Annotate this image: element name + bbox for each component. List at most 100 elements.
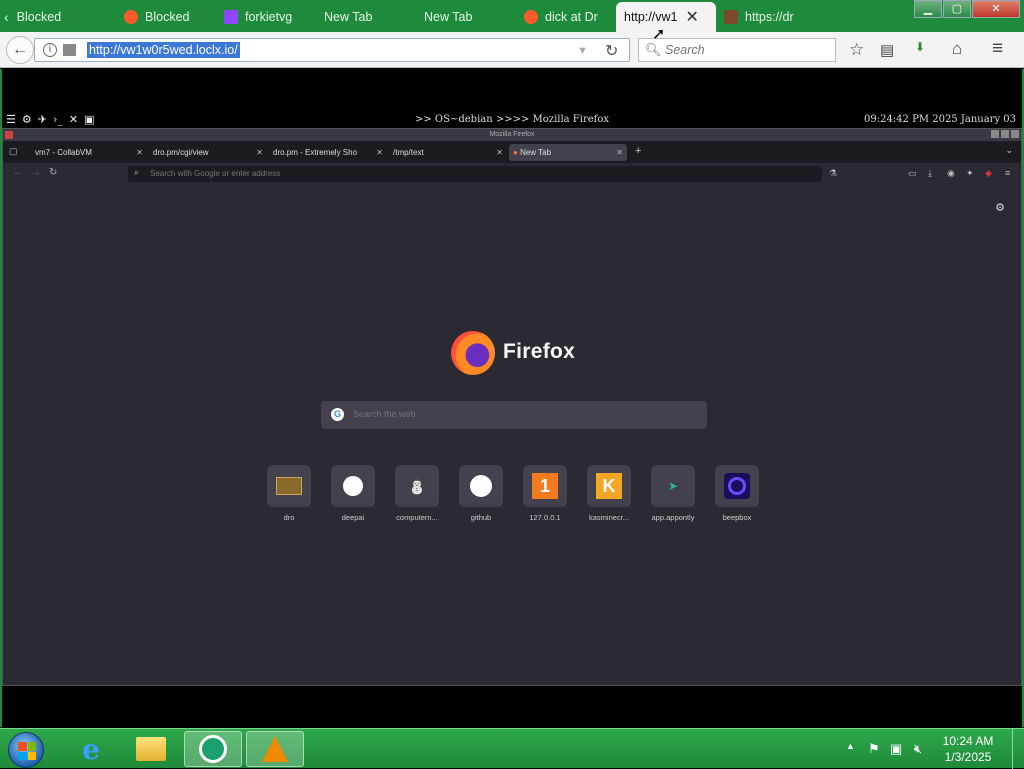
shortcut-tile[interactable]: github <box>459 465 503 522</box>
ublock-icon[interactable]: ◆ <box>985 168 992 179</box>
close-tab-icon[interactable]: ✕ <box>616 144 623 161</box>
window-menu-icon[interactable] <box>5 131 13 139</box>
pocket-icon[interactable]: ▭ <box>908 168 917 179</box>
tab-label: forkietvg <box>245 10 293 24</box>
remote-app-icon[interactable] <box>184 731 242 767</box>
outer-tab-blocked-2[interactable]: Blocked <box>124 4 220 30</box>
inner-tab-collabvm[interactable]: vm7 - CollabVM ✕ <box>31 144 147 161</box>
list-tabs-icon[interactable]: ⌄ <box>1005 145 1013 156</box>
clock[interactable]: 10:24 AM 1/3/2025 <box>938 733 998 765</box>
inner-url-bar[interactable]: ⌕ <box>128 166 822 182</box>
download-icon[interactable]: ⤓ <box>928 168 932 179</box>
forward-icon[interactable]: → <box>31 167 41 178</box>
download-icon[interactable]: ⬇ <box>915 40 925 54</box>
outer-tab-twitch[interactable]: forkietvg <box>224 4 314 30</box>
menu-icon[interactable]: ≡ <box>992 38 1003 60</box>
extension-icon[interactable]: ⚗ <box>829 168 837 179</box>
search-icon: 🔍︎ <box>645 42 662 57</box>
outer-tab-active[interactable]: http://vw1 ✕ <box>616 2 716 32</box>
outer-tab-newtab-2[interactable]: New Tab <box>424 4 514 30</box>
show-hidden-icons[interactable]: ▲ <box>846 741 855 751</box>
inner-url-input[interactable] <box>148 168 548 179</box>
vlc-icon[interactable] <box>246 731 304 767</box>
start-button[interactable] <box>8 732 44 768</box>
windows-logo-icon <box>18 742 36 760</box>
shortcut-label: dro <box>283 513 295 522</box>
outer-tab-dro[interactable]: https://dr <box>724 4 804 30</box>
inner-close[interactable] <box>1011 130 1019 138</box>
close-tab-icon[interactable]: ✕ <box>256 144 263 161</box>
shortcut-tile[interactable]: 1 127.0.0.1 <box>523 465 567 522</box>
close-tab-icon[interactable]: ✕ <box>686 7 699 27</box>
network-icon[interactable]: ▣ <box>890 741 902 757</box>
outer-tab-dick-at-dr[interactable]: dick at Dr <box>524 4 608 30</box>
gear-icon[interactable]: ⚙ <box>995 201 1005 214</box>
window-controls: ▁ ▢ ✕ <box>913 0 1020 18</box>
inner-window-title: Mozilla Firefox <box>489 131 535 138</box>
tab-label: dro.pm - Extremely Sho <box>273 148 358 157</box>
inner-maximize[interactable] <box>1001 130 1009 138</box>
mouse-cursor-icon: ➚ <box>652 26 666 43</box>
inner-tab-dro-pm[interactable]: dro.pm - Extremely Sho ✕ <box>269 144 387 161</box>
twitch-icon <box>224 10 238 24</box>
shortcut-tile[interactable]: dro <box>267 465 311 522</box>
reading-list-icon[interactable]: ▤ <box>880 41 894 59</box>
tab-overview-icon[interactable]: ▢ <box>9 146 18 157</box>
tab-label: dro.pm/cgi/view <box>153 148 209 157</box>
outer-tab-newtab-1[interactable]: New Tab <box>324 4 414 30</box>
web-search-box[interactable]: G <box>321 401 707 429</box>
shortcut-tile[interactable]: K kasminecr... <box>587 465 631 522</box>
close-tab-icon[interactable]: ✕ <box>496 144 503 161</box>
close-tab-icon[interactable]: ✕ <box>136 144 143 161</box>
home-icon[interactable]: ⌂ <box>952 39 962 59</box>
outer-search-input[interactable] <box>663 42 823 58</box>
inner-tab-tmp-text[interactable]: /tmp/text ✕ <box>389 144 507 161</box>
outer-navigation-bar: ← i http://vw1w0r5wed.loclx.io/ ▼ ↻ 🔍︎ <box>0 32 1024 68</box>
file-explorer-icon[interactable] <box>122 731 180 767</box>
new-tab-button[interactable]: + <box>635 145 641 157</box>
bookmark-star-icon[interactable]: ☆ <box>849 40 864 60</box>
clock-time: 10:24 AM <box>942 734 994 748</box>
shortcut-tile[interactable]: beepbox <box>715 465 759 522</box>
menu-icon[interactable]: ≡ <box>1005 168 1010 178</box>
outer-tab-blocked-1[interactable]: ‹ Blocked <box>4 4 114 30</box>
close-button[interactable]: ✕ <box>972 0 1020 18</box>
shortcut-label: computern... <box>396 513 438 522</box>
internet-explorer-icon[interactable]: e <box>62 731 120 767</box>
reload-icon[interactable]: ↻ <box>605 41 618 61</box>
tab-label: /tmp/text <box>393 148 424 157</box>
outer-tab-bar: ‹ Blocked Blocked forkietvg New Tab New … <box>0 0 1024 32</box>
shortcut-tile[interactable]: ➤ app.appontly <box>651 465 695 522</box>
account-icon[interactable]: ◉ <box>947 168 955 179</box>
minimize-button[interactable]: ▁ <box>914 0 942 18</box>
block-icon <box>524 10 538 24</box>
close-tab-icon[interactable]: ✕ <box>376 144 383 161</box>
dropdown-icon[interactable]: ▼ <box>577 45 588 57</box>
kasm-icon: K <box>587 465 631 507</box>
shortcut-tile[interactable]: deepai <box>331 465 375 522</box>
inner-tab-new-tab[interactable]: ● New Tab ✕ <box>509 144 627 161</box>
outer-url-bar[interactable]: i http://vw1w0r5wed.loclx.io/ ▼ ↻ <box>34 38 630 62</box>
volume-muted-icon[interactable]: 🔇︎ <box>914 741 922 757</box>
url-text[interactable]: http://vw1w0r5wed.loclx.io/ <box>87 42 240 58</box>
inner-firefox-window: Mozilla Firefox ▢ vm7 - CollabVM ✕ dro.pm… <box>2 128 1022 686</box>
tab-label: New Tab <box>520 148 552 157</box>
inner-minimize[interactable] <box>991 130 999 138</box>
outer-search-box[interactable]: 🔍︎ <box>638 38 836 62</box>
google-icon: G <box>331 408 344 421</box>
back-icon[interactable]: ← <box>13 167 23 178</box>
action-center-icon[interactable]: ⚑ <box>868 741 880 757</box>
show-desktop-button[interactable] <box>1012 729 1024 769</box>
back-button[interactable]: ← <box>6 36 34 64</box>
inner-tab-dro-view[interactable]: dro.pm/cgi/view ✕ <box>149 144 267 161</box>
extensions-icon[interactable]: ✦ <box>966 168 974 179</box>
web-search-input[interactable] <box>351 408 651 420</box>
shortcut-label: github <box>470 513 492 522</box>
dro-icon <box>267 465 311 507</box>
info-icon[interactable]: i <box>43 43 57 57</box>
reload-icon[interactable]: ↻ <box>49 167 57 178</box>
search-icon: ⌕ <box>134 167 140 177</box>
maximize-button[interactable]: ▢ <box>943 0 971 18</box>
taskbar: e ▲ ⚑ ▣ 🔇︎ 10:24 AM 1/3/2025 <box>0 728 1024 769</box>
shortcut-tile[interactable]: ⛄ computern... <box>395 465 439 522</box>
